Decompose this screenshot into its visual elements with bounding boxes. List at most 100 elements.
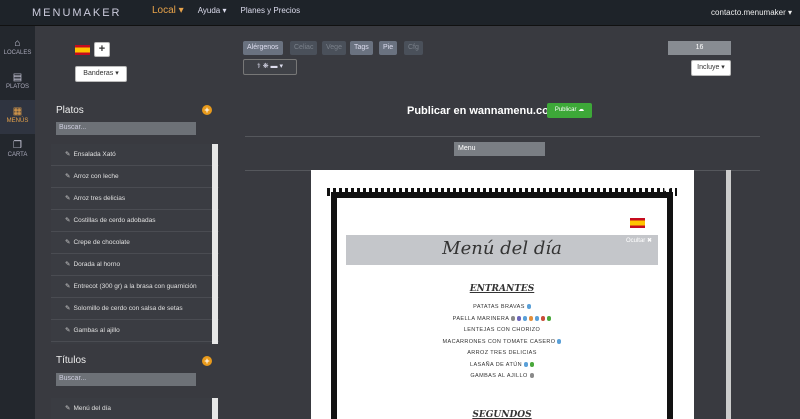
platos-list: ✎ Ensalada Xató ✎ Arroz con leche ✎ Arroz t… [51, 144, 219, 344]
sidebar-item-platos[interactable]: ▤ PLATOS [0, 66, 35, 100]
edit-icon: ✎ [65, 305, 71, 312]
publicar-button[interactable]: Publicar ☁ [547, 103, 592, 118]
dish-row[interactable]: LENTEJAS CON CHORIZO [337, 327, 667, 333]
divider [245, 136, 760, 137]
spain-flag-icon [630, 218, 645, 228]
list-item[interactable]: ✎ Ensalada Xató [51, 144, 219, 166]
titulos-scrollbar[interactable] [212, 398, 218, 419]
list-item[interactable]: ✎ Solomillo de cerdo con salsa de setas [51, 298, 219, 320]
spain-flag-icon[interactable] [75, 45, 90, 55]
dish-name: GAMBAS AL AJILLO [470, 373, 528, 379]
dish-row[interactable]: PAELLA MARINERA [337, 316, 667, 322]
edit-icon: ✎ [65, 239, 71, 246]
pill-vege[interactable]: Vege [322, 41, 346, 55]
sidebar-item-carta[interactable]: ❐ CARTA [0, 134, 35, 168]
allergen-icon [547, 315, 552, 321]
main-nav: Local ▾ Ayuda ▾ Planes y Precios [152, 5, 314, 16]
allergen-icon [511, 315, 516, 321]
sidebar-item-label: LOCALES [3, 50, 32, 56]
pill-pie[interactable]: Pie [379, 41, 398, 55]
pill-celiac[interactable]: Celiac [290, 41, 318, 55]
account-menu[interactable]: contacto.menumaker ▾ [711, 8, 792, 17]
add-titulo-button[interactable]: + [202, 356, 212, 366]
list-item[interactable]: ✎ Gambas al ajillo [51, 320, 219, 342]
platos-scrollbar[interactable] [212, 144, 218, 344]
allergen-icon [557, 338, 562, 344]
edit-icon: ✎ [65, 151, 71, 158]
pill-alergenos[interactable]: Alérgenos [243, 41, 283, 55]
menu-title-band: Menú del día Ocultar ✖ [346, 235, 658, 265]
allergen-icon [517, 315, 522, 321]
dish-row[interactable]: GAMBAS AL AJILLO [337, 373, 667, 379]
dish-name: PAELLA MARINERA [452, 315, 510, 322]
dish-name: LASAÑA DE ATÚN [470, 361, 522, 368]
titulos-search-input[interactable]: Buscar... [56, 373, 196, 386]
allergen-icon [529, 373, 534, 379]
sidebar-item-label: MENÚS [6, 118, 29, 124]
dish-name: ARROZ TRES DELICIAS [467, 350, 537, 356]
incluye-dropdown[interactable]: Incluye ▾ [691, 60, 731, 76]
app-logo[interactable]: MENUMAKER [32, 7, 122, 19]
edit-icon: ✎ [65, 283, 71, 290]
preview-scrollbar[interactable] [726, 170, 731, 419]
list-icon: ▤ [12, 72, 23, 83]
titulos-list: ✎ Menú del día [51, 398, 219, 419]
allergen-icon [535, 315, 540, 321]
dish-row[interactable]: MACARRONES CON TOMATE CASERO [337, 339, 667, 345]
allergen-icon [526, 304, 531, 310]
sidebar-item-label: PLATOS [5, 84, 30, 90]
main-content: + Banderas ▾ Alérgenos Celiac Vege Tags … [35, 26, 800, 419]
list-item[interactable]: ✎ Arroz con leche [51, 166, 219, 188]
dish-row[interactable]: PATATAS BRAVAS [337, 304, 667, 310]
allergen-icon [529, 361, 534, 367]
document-icon: ▦ [12, 106, 23, 117]
allergen-icon [523, 315, 528, 321]
nav-ayuda[interactable]: Ayuda ▾ [198, 6, 227, 15]
section-entrantes[interactable]: ENTRANTES [337, 284, 667, 294]
section-segundos[interactable]: SEGUNDOS [337, 410, 667, 419]
ocultar-button[interactable]: Ocultar ✖ [626, 237, 652, 244]
add-flag-button[interactable]: + [94, 42, 110, 57]
allergen-icon [529, 315, 534, 321]
dish-row[interactable]: LASAÑA DE ATÚN [337, 362, 667, 368]
dish-name: PATATAS BRAVAS [473, 304, 525, 310]
size-input[interactable]: 16 [668, 41, 731, 55]
banderas-dropdown[interactable]: Banderas ▾ [75, 66, 127, 82]
list-item[interactable]: ✎ Costillas de cerdo adobadas [51, 210, 219, 232]
edit-icon: ✎ [65, 261, 71, 268]
add-plato-button[interactable]: + [202, 105, 212, 115]
platos-title: Platos [56, 105, 84, 116]
dish-row[interactable]: ARROZ TRES DELICIAS [337, 350, 667, 356]
titulos-title: Títulos [56, 355, 87, 366]
pill-tags[interactable]: Tags [350, 41, 373, 55]
sidebar-item-menus[interactable]: ▦ MENÚS [0, 100, 35, 134]
platos-search-input[interactable]: Buscar... [56, 122, 196, 135]
menu-frame: Menú del día Ocultar ✖ ENTRANTES PATATAS… [327, 188, 677, 419]
list-item[interactable]: ✎ Entrecot (300 gr) a la brasa con guarni… [51, 276, 219, 298]
edit-icon: ✎ [65, 173, 71, 180]
list-item[interactable]: ✎ Dorada al horno [51, 254, 219, 276]
edit-icon: ✎ [65, 195, 71, 202]
menu-title[interactable]: Menú del día [346, 238, 658, 259]
dish-name: LENTEJAS CON CHORIZO [463, 327, 541, 333]
list-item[interactable]: ✎ Crepe de chocolate [51, 232, 219, 254]
pill-cfg[interactable]: Cfg [404, 41, 423, 55]
nav-local[interactable]: Local ▾ [152, 5, 184, 16]
allergen-icon [523, 361, 528, 367]
allergen-icon [541, 315, 546, 321]
menu-name-input[interactable]: Menu [454, 142, 545, 156]
home-icon: ⌂ [14, 38, 21, 49]
dish-name: MACARRONES CON TOMATE CASERO [442, 338, 556, 345]
edit-icon: ✎ [65, 217, 71, 224]
icon-style-select[interactable]: ⚕ ❋ ▬ ▾ [243, 59, 297, 75]
publish-text: Publicar en wannamenu.com [407, 105, 559, 117]
nav-planes[interactable]: Planes y Precios [241, 6, 301, 15]
copy-icon: ❐ [13, 140, 22, 151]
left-sidebar: ⌂ LOCALES ▤ PLATOS ▦ MENÚS ❐ CARTA [0, 26, 35, 419]
list-item[interactable]: ✎ Menú del día [51, 398, 219, 419]
edit-icon: ✎ [65, 405, 71, 412]
edit-icon: ✎ [65, 327, 71, 334]
sidebar-item-locales[interactable]: ⌂ LOCALES [0, 32, 35, 66]
list-item[interactable]: ✎ Arroz tres delicias [51, 188, 219, 210]
menu-preview: Menú del día Ocultar ✖ ENTRANTES PATATAS… [311, 170, 731, 419]
